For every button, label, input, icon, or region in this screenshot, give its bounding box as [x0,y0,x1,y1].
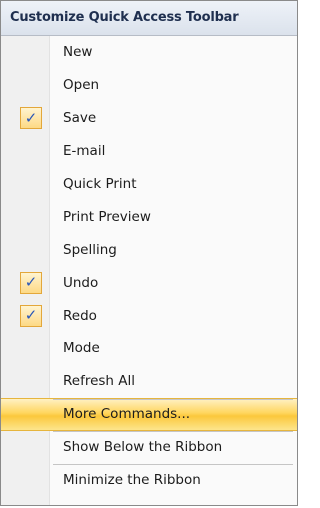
menu-item-label: Undo [63,274,99,291]
menu-item-undo[interactable]: ✓ Undo [1,266,297,299]
menu-items: New Open ✓ Save E-mail Quick Print Print… [1,36,297,496]
menu-item-label: Redo [63,307,97,324]
menu-item-minimize-ribbon[interactable]: Minimize the Ribbon [1,463,297,497]
menu-item-label: E-mail [63,143,106,160]
menu-item-mode[interactable]: Mode [1,332,297,365]
menu-item-label: New [63,44,93,61]
checkmark-icon: ✓ [20,304,42,327]
customize-quick-access-toolbar-menu: Customize Quick Access Toolbar New Open … [0,0,298,506]
menu-item-more-commands[interactable]: More Commands... [1,397,297,431]
menu-item-save[interactable]: ✓ Save [1,102,297,135]
menu-item-label: Refresh All [63,373,136,390]
menu-item-label: Minimize the Ribbon [63,472,201,489]
menu-item-quick-print[interactable]: Quick Print [1,168,297,201]
menu-item-new[interactable]: New [1,36,297,69]
menu-item-label: Open [63,77,100,94]
menu-item-label: More Commands... [63,406,191,423]
menu-item-label: Show Below the Ribbon [63,439,223,456]
menu-item-label: Print Preview [63,208,151,225]
menu-item-show-below-ribbon[interactable]: Show Below the Ribbon [1,430,297,464]
menu-item-redo[interactable]: ✓ Redo [1,299,297,332]
menu-item-label: Quick Print [63,176,137,192]
menu-item-label: Mode [63,340,100,357]
menu-item-label: Save [63,110,97,127]
menu-item-email[interactable]: E-mail [1,135,297,168]
menu-title: Customize Quick Access Toolbar [1,1,297,36]
menu-item-print-preview[interactable]: Print Preview [1,200,297,233]
menu-item-spelling[interactable]: Spelling [1,233,297,266]
checkmark-icon: ✓ [20,107,42,130]
menu-item-open[interactable]: Open [1,69,297,102]
menu-item-label: Spelling [63,241,117,258]
menu-item-refresh-all[interactable]: Refresh All [1,365,297,398]
checkmark-icon: ✓ [20,271,42,294]
